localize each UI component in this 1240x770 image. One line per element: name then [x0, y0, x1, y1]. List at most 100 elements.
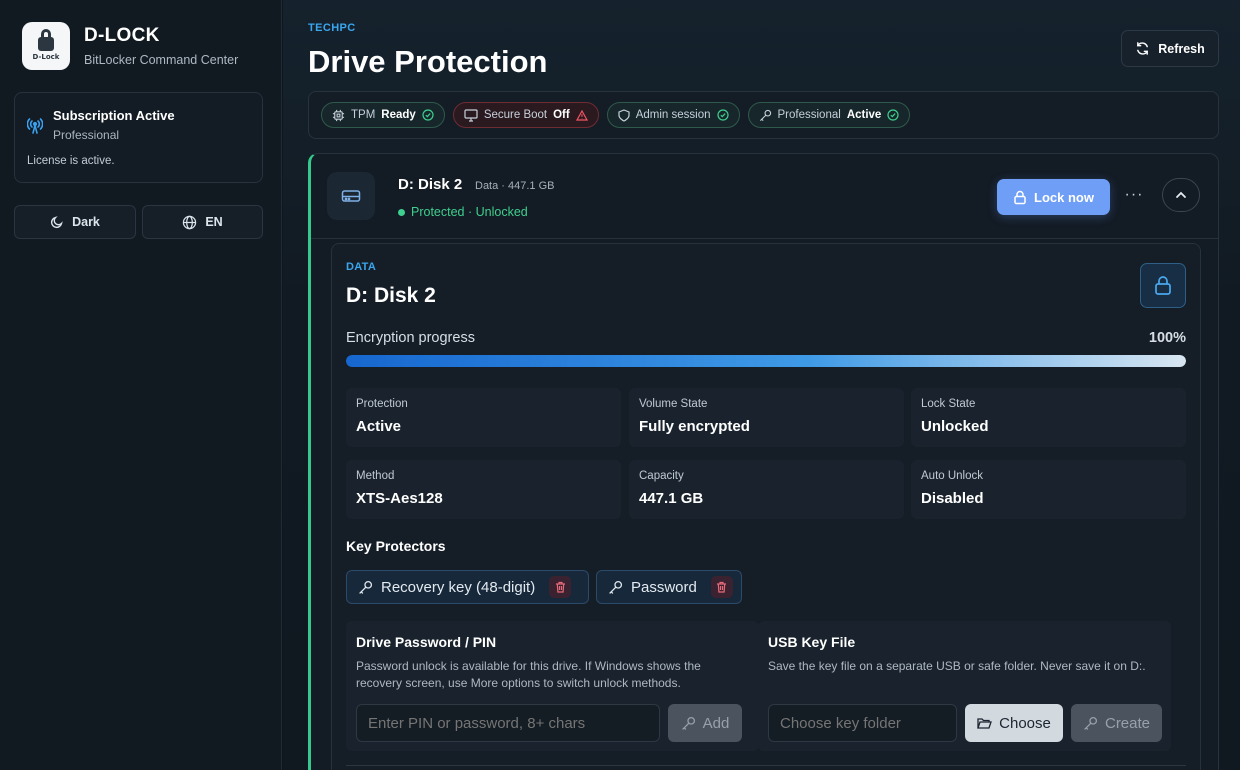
app-subtitle: BitLocker Command Center	[84, 53, 239, 67]
stat-volume-state: Volume State Fully encrypted	[629, 388, 904, 447]
secure-boot-value: Off	[553, 109, 570, 121]
stat-value: XTS-Aes128	[356, 490, 443, 507]
license-tier-value: Active	[846, 109, 882, 121]
system-status-bar: TPM Ready Secure Boot Off Admin session	[308, 91, 1219, 139]
lock-icon	[1013, 190, 1027, 205]
language-button[interactable]: EN	[142, 205, 263, 239]
app-title: D-LOCK	[84, 25, 160, 46]
theme-toggle-button[interactable]: Dark	[14, 205, 136, 239]
check-circle-icon	[716, 109, 729, 121]
stat-value: 447.1 GB	[639, 490, 704, 507]
check-circle-icon	[887, 109, 899, 121]
main-content: TECHPC Drive Protection Refresh TPM Read…	[283, 0, 1240, 770]
create-key-label: Create	[1104, 714, 1151, 732]
add-password-button[interactable]: Add	[668, 704, 742, 742]
drive-type-label: DATA	[346, 261, 377, 273]
stat-key: Volume State	[639, 398, 708, 410]
status-dot	[398, 208, 405, 216]
lock-now-button[interactable]: Lock now	[997, 179, 1110, 215]
theme-toggle-label: Dark	[72, 215, 100, 229]
subscription-title: Subscription Active	[53, 108, 175, 123]
usb-key-panel: USB Key File Save the key file on a sepa…	[758, 621, 1171, 751]
lock-now-label: Lock now	[1034, 189, 1094, 205]
drive-card: D: Disk 2 Data · 447.1 GB Protected · Un…	[308, 153, 1219, 770]
delete-protector-button[interactable]	[710, 576, 733, 598]
secure-boot-status-pill: Secure Boot Off	[452, 102, 599, 128]
lock-status-icon	[1140, 263, 1186, 308]
warning-triangle-icon	[575, 109, 588, 121]
drive-meta: Data · 447.1 GB	[475, 180, 555, 192]
subscription-tier: Professional	[53, 128, 120, 142]
stat-lock-state: Lock State Unlocked	[911, 388, 1186, 447]
chevron-up-icon	[1175, 191, 1187, 199]
license-tier-pill: Professional Active	[747, 102, 911, 128]
stat-capacity: Capacity 447.1 GB	[629, 460, 904, 519]
key-protector-recovery: Recovery key (48-digit)	[346, 570, 589, 604]
password-panel-description: Password unlock is available for this dr…	[356, 659, 701, 690]
stat-key: Protection	[356, 398, 408, 410]
key-icon	[1083, 716, 1098, 731]
drive-detail-panel: DATA D: Disk 2 Encryption progress 100% …	[331, 243, 1201, 770]
license-status: License is active.	[27, 155, 115, 167]
key-protector-label: Recovery key (48-digit)	[381, 578, 536, 596]
broadcast-icon	[27, 117, 43, 135]
chip-icon	[332, 109, 345, 122]
encryption-progress-value: 100%	[1148, 330, 1186, 346]
pin-password-input[interactable]	[356, 704, 660, 742]
stat-value: Active	[356, 418, 402, 435]
refresh-icon	[1135, 41, 1150, 56]
choose-folder-button[interactable]: Choose	[965, 704, 1063, 742]
add-password-label: Add	[702, 714, 730, 732]
logo-text: D-Lock	[32, 53, 60, 61]
drive-name: D: Disk 2	[398, 176, 463, 193]
language-label: EN	[205, 215, 223, 229]
divider	[346, 765, 1186, 766]
key-protector-password: Password	[596, 570, 742, 604]
create-key-button[interactable]: Create	[1071, 704, 1162, 742]
page-title: Drive Protection	[308, 44, 548, 79]
admin-session-label: Admin session	[635, 109, 711, 121]
stat-value: Unlocked	[921, 418, 989, 435]
choose-folder-label: Choose	[999, 714, 1051, 732]
tpm-status-pill: TPM Ready	[321, 102, 445, 128]
usb-panel-description: Save the key file on a separate USB or s…	[768, 659, 1146, 673]
encryption-progress-fill	[346, 355, 1186, 367]
stat-auto-unlock: Auto Unlock Disabled	[911, 460, 1186, 519]
password-panel-title: Drive Password / PIN	[356, 634, 497, 650]
key-folder-input[interactable]	[768, 704, 957, 742]
encryption-progress-bar	[346, 355, 1186, 367]
stat-key: Method	[356, 470, 395, 482]
encryption-progress-label: Encryption progress	[346, 330, 475, 346]
hard-drive-icon	[327, 172, 375, 220]
stat-key: Lock State	[921, 398, 976, 410]
app-logo: D-Lock	[22, 22, 70, 70]
license-tier-label: Professional	[777, 109, 841, 121]
machine-name: TECHPC	[308, 22, 356, 34]
monitor-icon	[464, 108, 478, 122]
key-icon	[358, 580, 373, 595]
sidebar: D-Lock D-LOCK BitLocker Command Center S…	[0, 0, 282, 770]
folder-open-icon	[977, 717, 993, 730]
stat-method: Method XTS-Aes128	[346, 460, 621, 519]
secure-boot-label: Secure Boot	[483, 109, 548, 121]
check-circle-icon	[422, 109, 434, 121]
delete-protector-button[interactable]	[549, 576, 572, 598]
padlock-icon	[38, 29, 54, 51]
more-options-button[interactable]: ···	[1122, 186, 1146, 208]
tpm-value: Ready	[381, 109, 416, 121]
stat-value: Disabled	[921, 490, 984, 507]
stat-key: Capacity	[639, 470, 684, 482]
drive-password-panel: Drive Password / PIN Password unlock is …	[346, 621, 759, 751]
shield-icon	[618, 108, 630, 122]
key-icon	[681, 716, 696, 731]
refresh-label: Refresh	[1158, 41, 1205, 56]
admin-session-pill: Admin session	[606, 102, 740, 128]
refresh-button[interactable]: Refresh	[1121, 30, 1219, 67]
key-protectors-title: Key Protectors	[346, 538, 446, 554]
collapse-button[interactable]	[1162, 178, 1200, 212]
drive-status-text: Protected · Unlocked	[411, 205, 528, 219]
tpm-label: TPM	[351, 109, 376, 121]
key-icon	[759, 109, 772, 122]
moon-icon	[50, 215, 64, 229]
drive-card-header[interactable]: D: Disk 2 Data · 447.1 GB Protected · Un…	[311, 154, 1218, 239]
